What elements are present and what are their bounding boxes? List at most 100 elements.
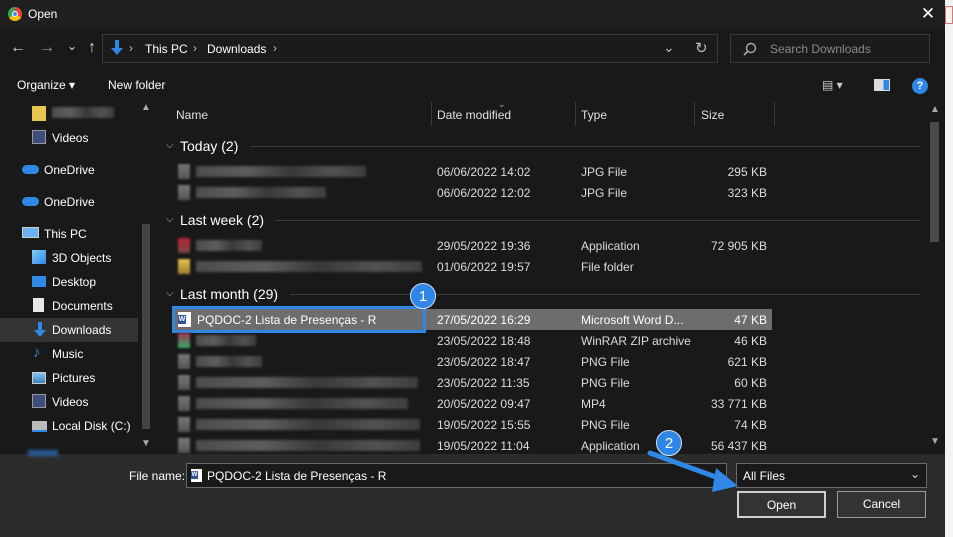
organize-button[interactable]: Organize ▾ <box>17 78 75 92</box>
window-title: Open <box>28 7 58 21</box>
sidebar-item-onedrive-2[interactable]: OneDrive <box>0 190 150 214</box>
sidebar-item-this-pc[interactable]: This PC <box>0 222 150 246</box>
file-date: 06/06/2022 14:02 <box>437 165 531 179</box>
sidebar-item-pictures[interactable]: Pictures <box>0 366 150 390</box>
help-icon[interactable]: ? <box>912 78 928 94</box>
videos-icon <box>32 130 46 144</box>
sidebar-item-3d-objects[interactable]: 3D Objects <box>0 246 150 270</box>
address-bar[interactable]: › This PC › Downloads › ⌄ ↻ <box>102 34 718 63</box>
column-divider <box>694 102 695 126</box>
cloud-icon <box>22 165 39 174</box>
collapse-chevron-icon[interactable]: ⌵ <box>166 214 174 225</box>
desktop-icon <box>32 276 46 287</box>
file-name-value: PQDOC-2 Lista de Presenças - R <box>207 469 387 483</box>
blurred-filename <box>196 335 256 346</box>
file-type: Application <box>581 239 640 253</box>
file-size: 323 KB <box>727 186 767 200</box>
file-type-select[interactable]: All Files ⌄ <box>736 463 927 488</box>
file-row[interactable]: 29/05/2022 19:36 Application 72 905 KB <box>172 235 772 256</box>
sidebar-item-desktop[interactable]: Desktop <box>0 270 150 294</box>
file-row[interactable]: 01/06/2022 19:57 File folder <box>172 256 772 277</box>
highlight-box <box>172 306 426 333</box>
file-size: 72 905 KB <box>710 239 767 253</box>
group-divider <box>276 220 920 221</box>
column-name[interactable]: Name <box>176 108 208 122</box>
sidebar-item-onedrive[interactable]: OneDrive <box>0 158 150 182</box>
up-arrow-icon[interactable]: ↑ <box>82 38 102 58</box>
file-row[interactable]: 06/06/2022 14:02 JPG File 295 KB <box>172 161 772 182</box>
sidebar-scrollbar[interactable]: ▲ ▼ <box>140 102 154 454</box>
blurred-filename <box>196 240 262 251</box>
file-row[interactable]: 23/05/2022 18:48 WinRAR ZIP archive 46 K… <box>172 330 772 351</box>
sidebar-item-music[interactable]: ♪ Music <box>0 342 150 366</box>
change-view-button[interactable]: ▤ ▾ <box>822 78 843 92</box>
collapse-chevron-icon[interactable]: ⌵ <box>166 140 174 151</box>
file-date: 19/05/2022 15:55 <box>437 418 531 432</box>
preview-pane-icon[interactable] <box>874 79 890 91</box>
sidebar-item-label: Videos <box>52 395 89 409</box>
address-dropdown-icon[interactable]: ⌄ <box>663 39 675 56</box>
title-bar <box>0 0 945 28</box>
archive-icon <box>178 333 190 348</box>
column-size[interactable]: Size <box>701 108 724 122</box>
forward-arrow-icon[interactable]: → <box>37 38 57 58</box>
file-row[interactable]: 23/05/2022 18:47 PNG File 621 KB <box>172 351 772 372</box>
application-icon <box>178 238 190 253</box>
blurred-filename <box>196 187 326 198</box>
group-divider <box>290 294 920 295</box>
file-type: MP4 <box>581 397 606 411</box>
chevron-down-icon: ⌄ <box>909 467 920 481</box>
column-date-modified[interactable]: Date modified <box>437 108 511 122</box>
cancel-button[interactable]: Cancel <box>837 491 926 518</box>
breadcrumb-downloads[interactable]: Downloads <box>207 42 266 56</box>
column-divider <box>774 102 775 126</box>
sidebar-item-local-disk[interactable]: Local Disk (C:) <box>0 414 150 438</box>
file-row[interactable]: 19/05/2022 15:55 PNG File 74 KB <box>172 414 772 435</box>
3d-objects-icon <box>32 250 46 264</box>
refresh-icon[interactable]: ↻ <box>695 39 708 57</box>
search-box[interactable]: Search Downloads <box>730 34 930 63</box>
chrome-icon <box>8 7 22 21</box>
file-size: 33 771 KB <box>710 397 767 411</box>
pictures-icon <box>32 372 46 384</box>
column-type[interactable]: Type <box>581 108 607 122</box>
file-size: 46 KB <box>734 334 767 348</box>
file-name-label: File name: <box>129 469 186 483</box>
back-arrow-icon[interactable]: ← <box>8 38 28 58</box>
file-row[interactable]: 20/05/2022 09:47 MP4 33 771 KB <box>172 393 772 414</box>
sidebar-item-videos[interactable]: Videos <box>0 126 150 150</box>
file-size: 47 KB <box>734 313 767 327</box>
recent-locations-chevron-icon[interactable]: ⌄ <box>62 36 82 56</box>
collapse-chevron-icon[interactable]: ⌵ <box>166 288 174 299</box>
sidebar-item-blurred[interactable] <box>0 102 150 126</box>
group-last-month[interactable]: Last month (29) <box>180 286 278 302</box>
file-date: 23/05/2022 18:48 <box>437 334 531 348</box>
sidebar-item-downloads[interactable]: Downloads <box>0 318 138 342</box>
word-document-icon: W <box>191 469 202 482</box>
group-today[interactable]: Today (2) <box>180 138 238 154</box>
sidebar-item-label: OneDrive <box>44 195 95 209</box>
close-icon[interactable]: ✕ <box>916 2 940 26</box>
videos-icon <box>32 394 46 408</box>
file-row[interactable]: 23/05/2022 11:35 PNG File 60 KB <box>172 372 772 393</box>
application-icon <box>178 438 190 453</box>
blurred-filename <box>196 356 262 367</box>
blurred-filename <box>196 261 422 272</box>
new-folder-button[interactable]: New folder <box>108 78 165 92</box>
file-row[interactable]: 06/06/2022 12:02 JPG File 323 KB <box>172 182 772 203</box>
file-date: 20/05/2022 09:47 <box>437 397 531 411</box>
breadcrumb-this-pc[interactable]: This PC <box>145 42 188 56</box>
file-date: 27/05/2022 16:29 <box>437 313 531 327</box>
sidebar-item-label: Downloads <box>52 323 112 337</box>
file-type: PNG File <box>581 355 630 369</box>
file-date: 23/05/2022 18:47 <box>437 355 531 369</box>
sidebar-item-videos-2[interactable]: Videos <box>0 390 150 414</box>
network-icon <box>28 450 58 456</box>
file-size: 295 KB <box>727 165 767 179</box>
group-last-week[interactable]: Last week (2) <box>180 212 264 228</box>
file-list-scrollbar[interactable]: ▲ ▼ <box>928 102 942 454</box>
documents-icon <box>33 298 44 312</box>
file-type: Microsoft Word D... <box>581 313 684 327</box>
sidebar-item-documents[interactable]: Documents <box>0 294 150 318</box>
open-button[interactable]: Open <box>737 491 826 518</box>
